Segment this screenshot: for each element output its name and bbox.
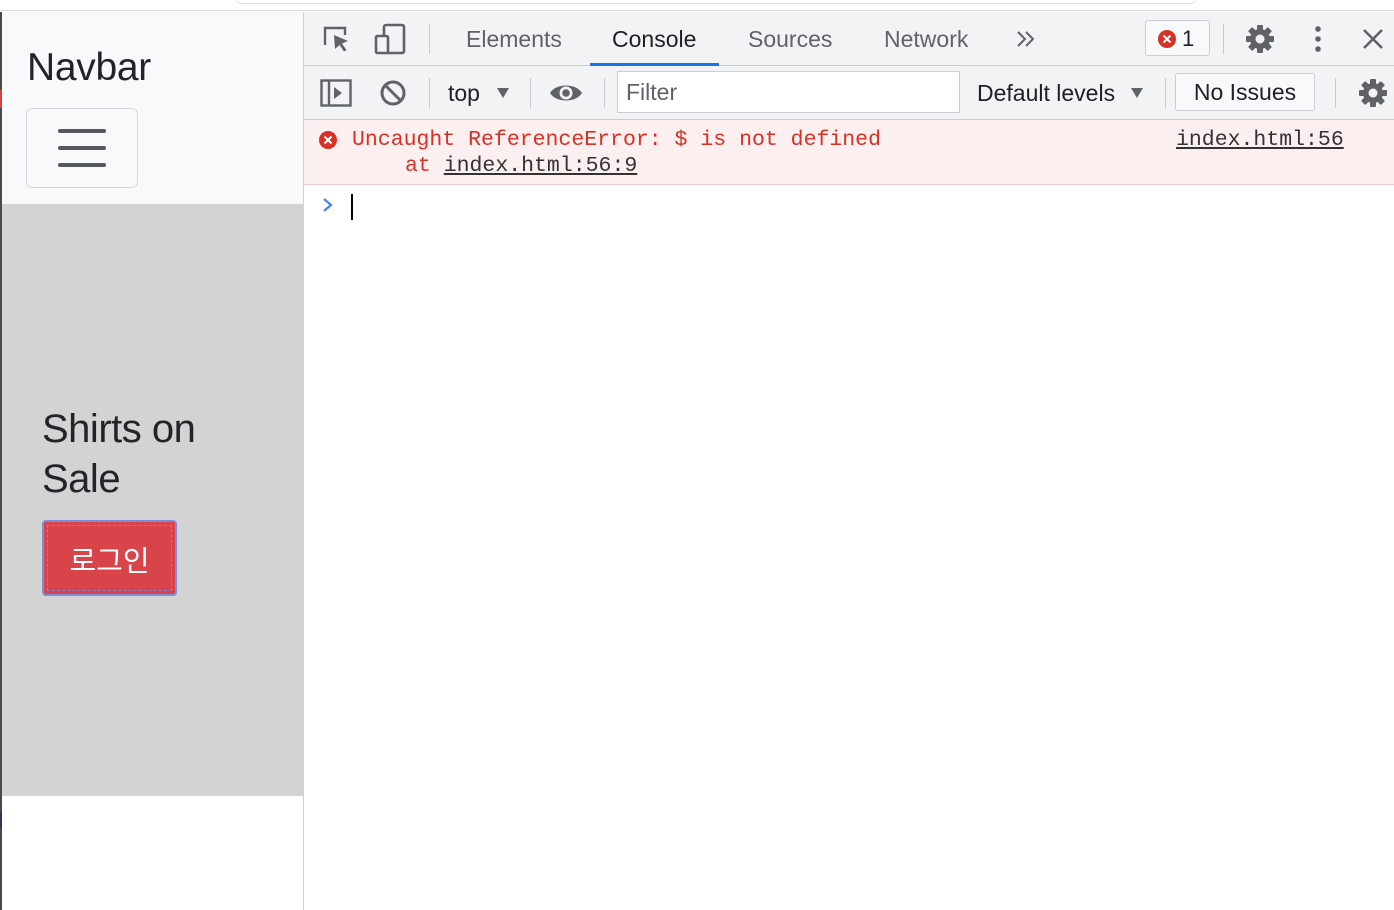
- log-levels-label: Default levels: [977, 80, 1116, 106]
- error-count-badge[interactable]: 1: [1145, 20, 1210, 56]
- inspect-element-icon[interactable]: [322, 24, 352, 54]
- login-button-label: 로그인: [69, 546, 150, 578]
- navbar-toggler-button[interactable]: [26, 108, 138, 188]
- toolbar-divider: [429, 78, 430, 108]
- error-icon: [1158, 30, 1176, 48]
- toolbar-divider: [1223, 24, 1224, 54]
- prompt-chevron-icon: [323, 198, 333, 212]
- close-icon[interactable]: [1362, 28, 1384, 50]
- dropdown-arrow-icon[interactable]: [496, 87, 510, 99]
- console-prompt[interactable]: [304, 185, 1394, 229]
- console-error-message: Uncaught ReferenceError: $ is not define…: [304, 120, 1394, 185]
- toolbar-divider: [1165, 78, 1166, 108]
- stack-trace-prefix: at: [405, 154, 444, 178]
- login-button[interactable]: 로그인: [42, 520, 177, 596]
- more-tabs-icon[interactable]: [1016, 30, 1036, 48]
- text-cursor: [351, 194, 353, 220]
- stack-trace-line: at index.html:56:9: [405, 154, 637, 178]
- context-selector-label: top: [448, 80, 480, 106]
- device-toggle-icon[interactable]: [374, 22, 408, 56]
- devtools-tabbar: Elements Console Sources Network 1: [304, 12, 1394, 66]
- console-filter-input[interactable]: [617, 71, 960, 113]
- kebab-menu-icon[interactable]: [1308, 24, 1328, 54]
- tab-elements[interactable]: Elements: [466, 12, 562, 66]
- page-viewport: Navbar Shirts on Sale 로그인: [0, 12, 303, 910]
- viewport-edge-mark: [0, 812, 2, 828]
- error-text: Uncaught ReferenceError: $ is not define…: [352, 128, 881, 152]
- hero-section: Shirts on Sale 로그인: [2, 204, 303, 796]
- devtools-panel: Elements Console Sources Network 1 top F…: [303, 12, 1394, 910]
- address-bar-edge: [236, 0, 1196, 4]
- hero-title: Shirts on Sale: [42, 407, 196, 501]
- tab-console[interactable]: Console: [589, 12, 720, 66]
- toolbar-divider: [1335, 78, 1336, 108]
- sidebar-toggle-icon[interactable]: [320, 79, 352, 107]
- clear-console-icon[interactable]: [379, 79, 407, 107]
- hamburger-icon: [58, 129, 106, 133]
- error-source-link[interactable]: index.html:56: [1176, 128, 1344, 152]
- error-icon: [319, 131, 337, 149]
- live-expression-eye-icon[interactable]: [549, 81, 583, 105]
- navbar-brand[interactable]: Navbar: [27, 46, 151, 90]
- hamburger-icon: [58, 163, 106, 167]
- settings-gear-icon[interactable]: [1244, 23, 1276, 55]
- log-levels-dropdown[interactable]: Default levels: [977, 66, 1115, 120]
- issues-button[interactable]: No Issues: [1175, 73, 1315, 111]
- tab-network[interactable]: Network: [884, 12, 968, 66]
- stack-trace-link[interactable]: index.html:56:9: [444, 154, 638, 178]
- toolbar-divider: [429, 24, 430, 54]
- tab-sources[interactable]: Sources: [748, 12, 832, 66]
- error-count: 1: [1182, 26, 1195, 51]
- toolbar-divider: [530, 78, 531, 108]
- toolbar-divider: [604, 78, 605, 108]
- context-selector[interactable]: top: [448, 66, 480, 120]
- browser-top-strip: [0, 0, 1394, 11]
- navbar: Navbar: [2, 12, 303, 204]
- console-settings-gear-icon[interactable]: [1357, 77, 1389, 109]
- console-toolbar: top Default levels No Issues: [304, 66, 1394, 120]
- hamburger-icon: [58, 146, 106, 150]
- dropdown-arrow-icon[interactable]: [1130, 87, 1144, 99]
